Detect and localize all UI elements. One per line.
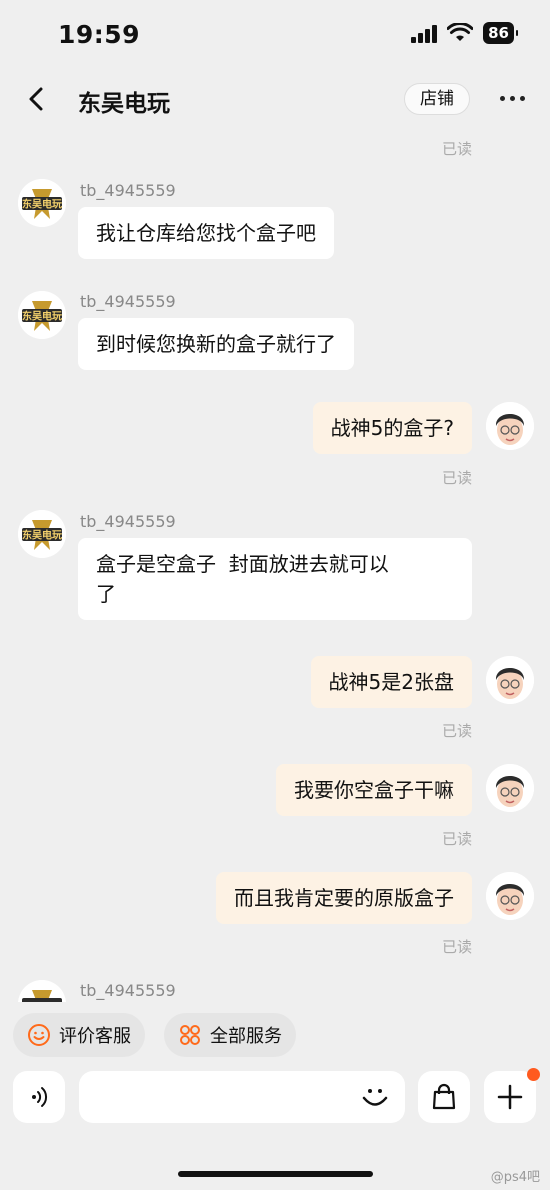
battery-icon: 86 — [483, 22, 518, 44]
home-indicator — [178, 1171, 373, 1177]
read-receipt: 已读 — [441, 140, 472, 158]
store-button[interactable]: 店铺 — [404, 83, 470, 115]
status-bar: 19:59 86 — [0, 0, 550, 70]
user-avatar[interactable] — [486, 402, 534, 450]
all-services-label: 全部服务 — [210, 1026, 282, 1047]
status-icons: 86 — [411, 22, 518, 44]
user-avatar-icon — [486, 764, 534, 812]
shop-logo-icon: 东吴电玩 — [18, 291, 66, 339]
read-receipt: 已读 — [441, 469, 472, 487]
svg-text:东吴电玩: 东吴电玩 — [22, 198, 62, 211]
wifi-icon — [447, 23, 474, 41]
input-bar — [0, 1068, 550, 1128]
user-avatar-icon — [486, 402, 534, 450]
back-arrow-icon[interactable] — [22, 84, 52, 114]
shop-logo-icon: 东吴电玩 — [18, 510, 66, 558]
more-plus-button[interactable] — [484, 1068, 540, 1123]
all-services-button[interactable]: 全部服务 — [164, 1013, 296, 1057]
rate-service-label: 评价客服 — [59, 1026, 131, 1047]
outgoing-message-bubble[interactable]: 我要你空盒子干嘛 — [276, 764, 472, 816]
incoming-message-bubble[interactable]: 到时候您换新的盒子就行了 — [78, 318, 354, 370]
outgoing-message-bubble[interactable]: 战神5是2张盘 — [310, 656, 472, 708]
read-receipt: 已读 — [441, 938, 472, 956]
product-bag-button[interactable] — [418, 1071, 470, 1123]
read-receipt: 已读 — [441, 830, 472, 848]
shop-logo-icon: 东吴电玩 — [18, 179, 66, 227]
notification-dot — [527, 1068, 540, 1081]
chat-title: 东吴电玩 — [78, 91, 170, 117]
user-avatar-icon — [486, 656, 534, 704]
user-avatar[interactable] — [486, 656, 534, 704]
more-options-icon[interactable] — [500, 96, 525, 101]
outgoing-message-bubble[interactable]: 而且我肯定要的原版盒子 — [216, 872, 472, 924]
message-username: tb_4945559 — [80, 512, 176, 531]
cellular-signal-icon — [411, 23, 438, 43]
user-avatar[interactable] — [486, 764, 534, 812]
voice-input-button[interactable] — [13, 1071, 65, 1123]
incoming-message-bubble[interactable]: 盒子是空盒子 封面放进去就可以 了 — [78, 538, 472, 620]
voice-icon — [32, 1087, 48, 1107]
watermark: @ps4吧 — [490, 1170, 540, 1185]
svg-text:东吴电玩: 东吴电玩 — [22, 310, 62, 323]
read-receipt: 已读 — [441, 722, 472, 740]
message-username: tb_4945559 — [80, 181, 176, 200]
message-input[interactable] — [79, 1071, 405, 1123]
shop-avatar[interactable]: 东吴电玩 — [18, 291, 66, 339]
message-username: tb_4945559 — [80, 292, 176, 311]
rate-service-button[interactable]: 评价客服 — [13, 1013, 145, 1057]
chat-area[interactable]: 已读 东吴电玩 tb_4945559 我让仓库给您找个盒子吧 东吴电玩 tb_4… — [0, 130, 550, 1002]
svg-text:东吴电玩: 东吴电玩 — [22, 529, 62, 542]
incoming-message-bubble[interactable]: 我让仓库给您找个盒子吧 — [78, 207, 334, 259]
status-time: 19:59 — [58, 20, 141, 49]
shop-logo-icon — [18, 980, 66, 1002]
shop-avatar[interactable]: 东吴电玩 — [18, 510, 66, 558]
user-avatar-icon — [486, 872, 534, 920]
shopping-bag-icon — [432, 1083, 456, 1110]
message-username: tb_4945559 — [80, 981, 176, 1000]
plus-icon — [497, 1084, 523, 1110]
nav-bar: 东吴电玩 店铺 — [0, 70, 550, 130]
emoji-icon[interactable] — [359, 1081, 391, 1113]
quick-actions: 评价客服 全部服务 — [0, 1013, 550, 1059]
user-avatar[interactable] — [486, 872, 534, 920]
smiley-icon — [28, 1024, 50, 1046]
outgoing-message-bubble[interactable]: 战神5的盒子? — [312, 402, 472, 454]
shop-avatar[interactable]: 东吴电玩 — [18, 179, 66, 227]
services-grid-icon — [180, 1025, 200, 1045]
shop-avatar[interactable] — [18, 980, 66, 1002]
